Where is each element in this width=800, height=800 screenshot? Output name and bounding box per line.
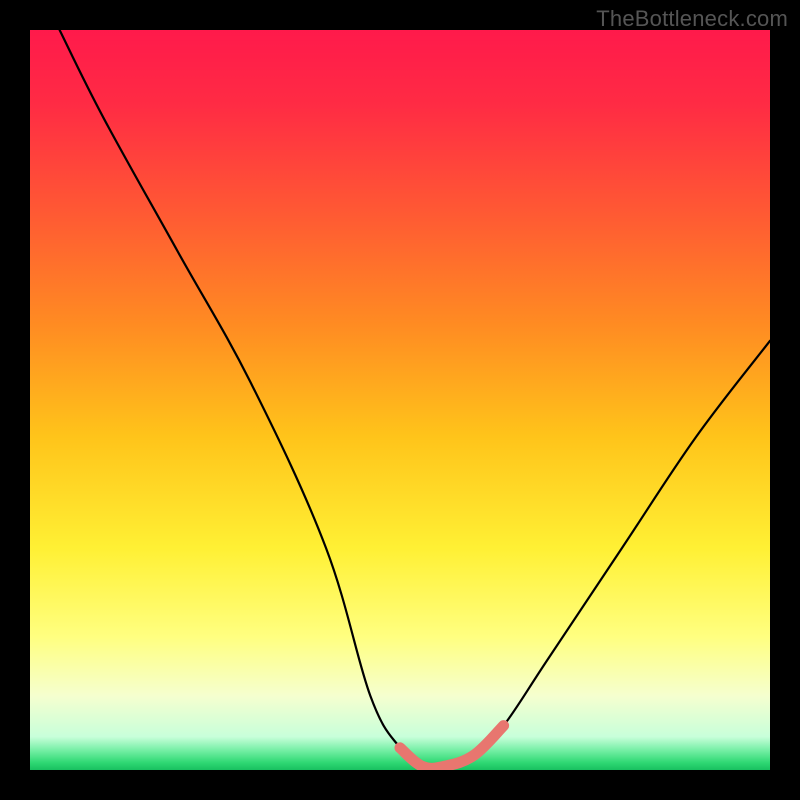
- chart-frame: [30, 30, 770, 770]
- optimal-region-highlight: [400, 726, 504, 769]
- curve-layer: [30, 30, 770, 770]
- watermark-text: TheBottleneck.com: [596, 6, 788, 32]
- bottleneck-curve: [60, 30, 770, 768]
